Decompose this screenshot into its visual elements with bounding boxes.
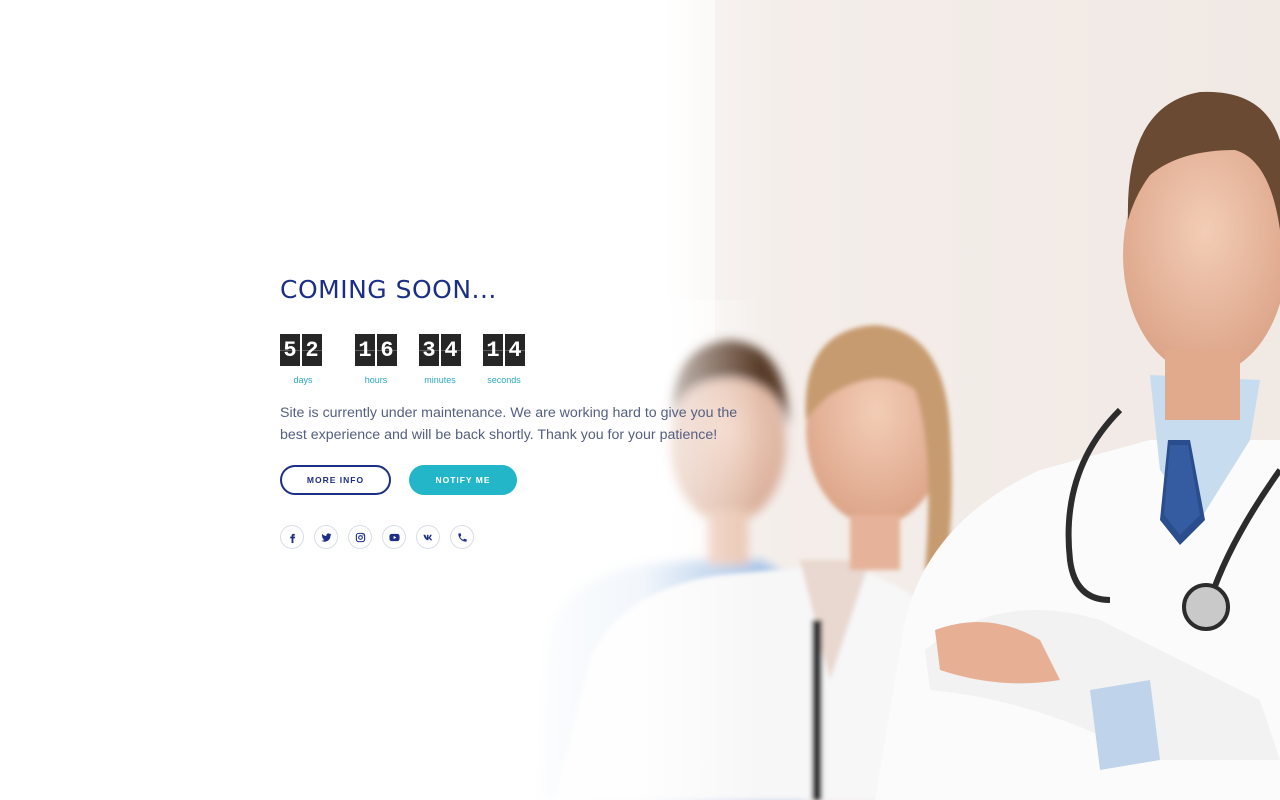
facebook-icon: [289, 533, 295, 543]
instagram-link[interactable]: [348, 525, 372, 549]
countdown-digit: 1: [355, 334, 375, 366]
countdown-days: 5 2 days: [280, 334, 344, 385]
phone-link[interactable]: [450, 525, 474, 549]
facebook-link[interactable]: [280, 525, 304, 549]
countdown-seconds: 1 4 seconds: [472, 334, 536, 385]
twitter-icon: [320, 532, 332, 542]
countdown-minutes: 3 4 minutes: [408, 334, 472, 385]
countdown-label: seconds: [487, 375, 521, 385]
page-title: COMING SOON...: [280, 275, 497, 304]
twitter-link[interactable]: [314, 525, 338, 549]
notify-me-button[interactable]: NOTIFY ME: [409, 465, 517, 495]
maintenance-description: Site is currently under maintenance. We …: [280, 405, 738, 443]
phone-icon: [457, 532, 467, 542]
countdown-label: hours: [364, 375, 388, 385]
countdown-label: days: [293, 375, 313, 385]
instagram-icon: [355, 532, 365, 542]
vk-icon: [422, 534, 432, 540]
youtube-icon: [388, 533, 400, 541]
coming-soon-panel: COMING SOON... 5 2 days 1 6 hours 3 4 mi…: [280, 270, 800, 549]
countdown-digit: 6: [377, 334, 397, 366]
social-links: [280, 525, 800, 549]
countdown-timer: 5 2 days 1 6 hours 3 4 minutes 1 4 secon…: [280, 334, 800, 385]
countdown-digit: 3: [419, 334, 439, 366]
vk-link[interactable]: [416, 525, 440, 549]
countdown-digit: 1: [483, 334, 503, 366]
youtube-link[interactable]: [382, 525, 406, 549]
countdown-digit: 4: [441, 334, 461, 366]
countdown-label: minutes: [424, 375, 456, 385]
countdown-digit: 2: [302, 334, 322, 366]
countdown-digit: 5: [280, 334, 300, 366]
action-buttons: MORE INFO NOTIFY ME: [280, 465, 800, 495]
countdown-hours: 1 6 hours: [344, 334, 408, 385]
more-info-button[interactable]: MORE INFO: [280, 465, 391, 495]
countdown-digit: 4: [505, 334, 525, 366]
